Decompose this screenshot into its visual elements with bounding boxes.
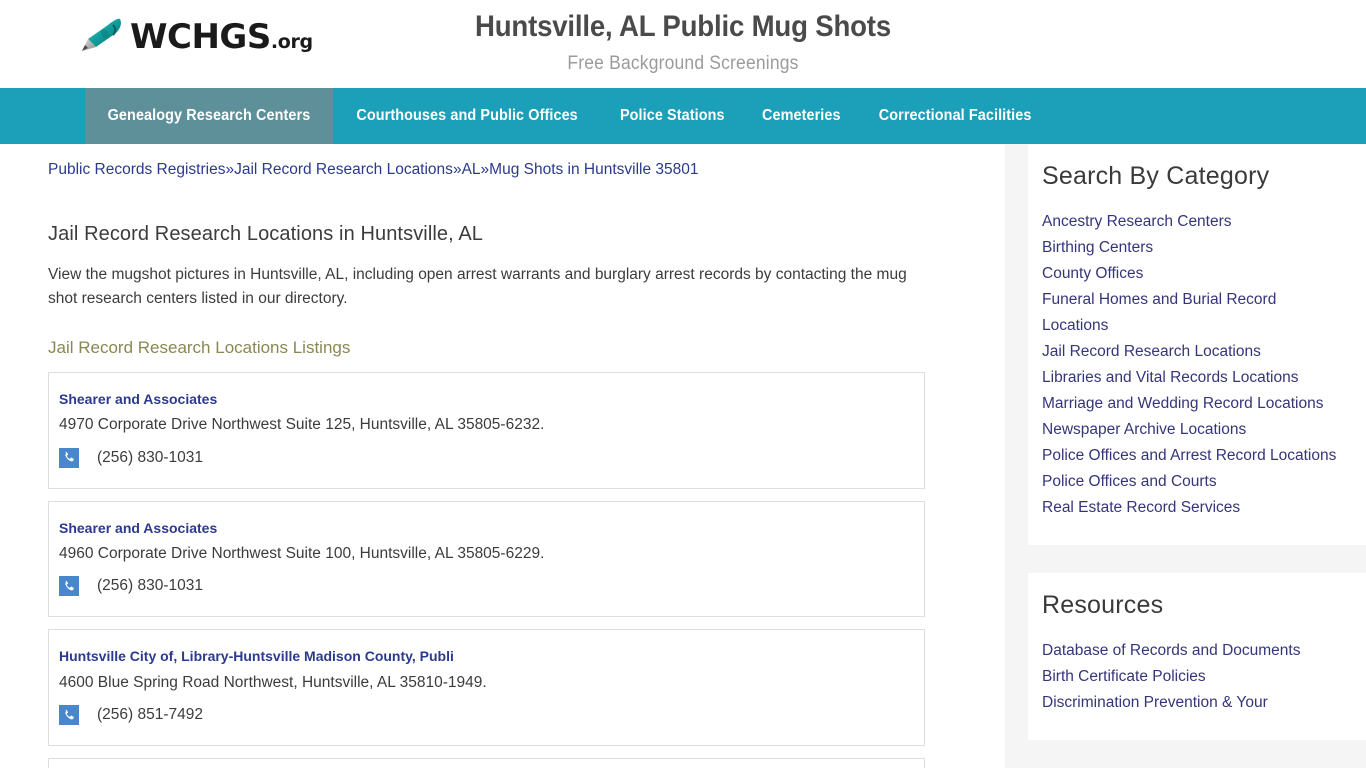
site-header: WCHGS.org Huntsville, AL Public Mug Shot… bbox=[0, 0, 1366, 88]
nav-item-label: Cemeteries bbox=[761, 107, 841, 124]
listing-card: Huntsville City of, Library-Huntsville M… bbox=[48, 758, 925, 768]
breadcrumb-item[interactable]: AL bbox=[462, 161, 481, 178]
page-subtitle: Free Background Screenings bbox=[567, 53, 799, 74]
listing-phone-number: (256) 830-1031 bbox=[97, 577, 203, 595]
nav-item-police-stations[interactable]: Police Stations bbox=[601, 88, 744, 144]
page-title: Huntsville, AL Public Mug Shots bbox=[474, 10, 891, 43]
listing-card: Shearer and Associates 4970 Corporate Dri… bbox=[48, 371, 925, 489]
listings-heading: Jail Record Research Locations Listings bbox=[48, 337, 351, 357]
listing-address: 4970 Corporate Drive Northwest Suite 125… bbox=[59, 416, 545, 434]
listing-address: 4960 Corporate Drive Northwest Suite 100… bbox=[59, 545, 545, 563]
nav-item-genealogy-research-centers[interactable]: Genealogy Research Centers bbox=[85, 88, 333, 144]
listing-phone-row[interactable]: (256) 830-1031 bbox=[59, 447, 924, 468]
sidebar-resource-link[interactable]: Birth Certificate Policies bbox=[1042, 664, 1346, 690]
resources-panel: Resources Database of Records and Docume… bbox=[1028, 573, 1366, 741]
sidebar-resource-link[interactable]: Discrimination Prevention & Your bbox=[1042, 690, 1346, 716]
nav-item-label: Genealogy Research Centers bbox=[107, 107, 311, 124]
layout-gutter bbox=[1005, 144, 1028, 768]
phone-icon bbox=[59, 447, 79, 468]
content-heading: Jail Record Research Locations in Huntsv… bbox=[48, 223, 484, 246]
breadcrumb-item[interactable]: Mug Shots in Huntsville 35801 bbox=[489, 161, 698, 178]
sidebar-category-link[interactable]: Real Estate Record Services bbox=[1042, 495, 1346, 521]
main-navigation: Genealogy Research Centers Courthouses an… bbox=[0, 88, 1366, 144]
phone-icon bbox=[59, 705, 79, 726]
nav-item-label: Courthouses and Public Offices bbox=[356, 107, 578, 124]
breadcrumb: Public Records Registries»Jail Record Re… bbox=[48, 144, 1005, 181]
sidebar: Search By Category Ancestry Research Cen… bbox=[1028, 144, 1366, 768]
page-root: WCHGS.org Huntsville, AL Public Mug Shot… bbox=[0, 0, 1366, 768]
intro-paragraph: View the mugshot pictures in Huntsville,… bbox=[48, 266, 907, 308]
breadcrumb-separator: » bbox=[480, 161, 490, 178]
listing-card: Huntsville City of, Library-Huntsville M… bbox=[48, 629, 925, 747]
sidebar-resource-link[interactable]: Database of Records and Documents bbox=[1042, 638, 1346, 664]
nav-item-courthouses-and-public-offices[interactable]: Courthouses and Public Offices bbox=[333, 88, 601, 144]
listing-phone-number: (256) 830-1031 bbox=[97, 448, 203, 466]
nav-item-cemeteries[interactable]: Cemeteries bbox=[744, 88, 859, 144]
resources-links: Database of Records and Documents Birth C… bbox=[1042, 638, 1346, 716]
nav-item-label: Correctional Facilities bbox=[879, 107, 1032, 124]
listings-container: Shearer and Associates 4970 Corporate Dri… bbox=[48, 371, 1005, 768]
listing-name-link[interactable]: Huntsville City of, Library-Huntsville M… bbox=[59, 648, 924, 665]
listing-name-link[interactable]: Shearer and Associates bbox=[59, 520, 924, 537]
body-layout: Public Records Registries»Jail Record Re… bbox=[0, 144, 1366, 768]
category-links: Ancestry Research Centers Birthing Center… bbox=[1042, 209, 1346, 521]
breadcrumb-item[interactable]: Public Records Registries bbox=[48, 161, 225, 178]
sidebar-category-link[interactable]: Newspaper Archive Locations bbox=[1042, 417, 1346, 443]
sidebar-category-link[interactable]: Funeral Homes and Burial Record Location… bbox=[1042, 287, 1346, 339]
nav-item-label: Police Stations bbox=[620, 107, 725, 124]
main-content: Public Records Registries»Jail Record Re… bbox=[0, 144, 1005, 768]
category-panel-title: Search By Category bbox=[1042, 162, 1270, 190]
listing-phone-row[interactable]: (256) 851-7492 bbox=[59, 705, 924, 726]
sidebar-category-link[interactable]: Birthing Centers bbox=[1042, 235, 1346, 261]
sidebar-category-link[interactable]: Marriage and Wedding Record Locations bbox=[1042, 391, 1346, 417]
sidebar-category-link[interactable]: Police Offices and Courts bbox=[1042, 469, 1346, 495]
breadcrumb-separator: » bbox=[225, 161, 235, 178]
phone-icon bbox=[59, 576, 79, 597]
sidebar-category-link[interactable]: Jail Record Research Locations bbox=[1042, 339, 1346, 365]
listing-name-link[interactable]: Shearer and Associates bbox=[59, 391, 924, 408]
sidebar-category-link[interactable]: County Offices bbox=[1042, 261, 1346, 287]
listing-address: 4600 Blue Spring Road Northwest, Huntsvi… bbox=[59, 674, 487, 692]
search-by-category-panel: Search By Category Ancestry Research Cen… bbox=[1028, 144, 1366, 546]
listing-card: Shearer and Associates 4960 Corporate Dri… bbox=[48, 500, 925, 618]
sidebar-category-link[interactable]: Ancestry Research Centers bbox=[1042, 209, 1346, 235]
sidebar-category-link[interactable]: Police Offices and Arrest Record Locatio… bbox=[1042, 443, 1346, 469]
breadcrumb-separator: » bbox=[452, 161, 462, 178]
breadcrumb-item[interactable]: Jail Record Research Locations bbox=[234, 161, 453, 178]
resources-panel-title: Resources bbox=[1042, 591, 1164, 620]
nav-item-correctional-facilities[interactable]: Correctional Facilities bbox=[858, 88, 1052, 144]
sidebar-category-link[interactable]: Libraries and Vital Records Locations bbox=[1042, 365, 1346, 391]
listing-phone-row[interactable]: (256) 830-1031 bbox=[59, 576, 924, 597]
listing-phone-number: (256) 851-7492 bbox=[97, 706, 203, 724]
